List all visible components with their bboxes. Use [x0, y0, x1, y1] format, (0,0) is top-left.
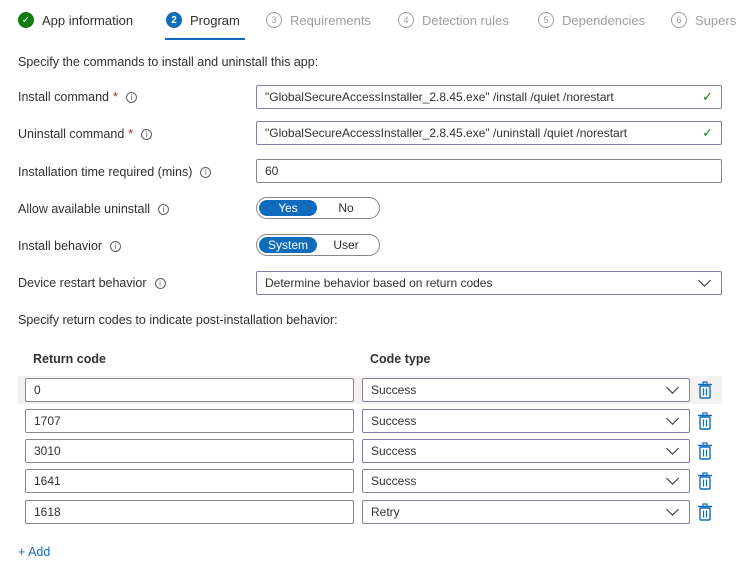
restart-behavior-dropdown[interactable]: Determine behavior based on return codes — [256, 271, 722, 295]
field-value: "GlobalSecureAccessInstaller_2.8.45.exe"… — [265, 90, 614, 104]
step-number: 4 — [398, 12, 414, 28]
valid-check-icon: ✓ — [702, 125, 713, 140]
label-text: Installation time required (mins) — [18, 165, 193, 179]
installation-time-input[interactable]: 60 — [256, 159, 722, 183]
info-icon[interactable]: i — [200, 166, 212, 178]
code-type-dropdown[interactable]: Success — [362, 409, 690, 433]
column-header-code-type: Code type — [370, 352, 431, 366]
install-command-label: Install command * i — [18, 90, 137, 104]
install-command-input[interactable]: "GlobalSecureAccessInstaller_2.8.45.exe"… — [256, 85, 722, 109]
info-icon[interactable]: i — [141, 128, 153, 140]
wizard-steps: ✓ App information 2 Program 3 Requiremen… — [0, 0, 738, 46]
required-marker: * — [128, 127, 134, 141]
label-text: Install command — [18, 90, 110, 104]
return-code-input[interactable]: 0 — [25, 378, 354, 402]
step-label: Detection rules — [422, 12, 509, 28]
step-label: Dependencies — [562, 12, 646, 28]
step-number: 6 — [671, 12, 687, 28]
toggle-option-user[interactable]: User — [317, 237, 375, 253]
info-icon[interactable]: i — [110, 240, 122, 252]
step-number: 2 — [166, 12, 182, 28]
return-codes-intro: Specify return codes to indicate post-in… — [18, 313, 338, 327]
chevron-down-icon — [666, 412, 679, 425]
field-value: 1641 — [34, 474, 61, 488]
allow-uninstall-toggle[interactable]: Yes No — [256, 197, 380, 219]
step-requirements[interactable]: 3 Requirements — [266, 12, 371, 28]
delete-icon[interactable] — [697, 412, 713, 430]
install-behavior-label: Install behavior i — [18, 239, 122, 253]
checkmark-icon: ✓ — [18, 12, 34, 28]
active-step-indicator — [165, 38, 245, 40]
chevron-down-icon — [666, 472, 679, 485]
label-text: Install behavior — [18, 239, 103, 253]
delete-icon[interactable] — [697, 381, 713, 399]
return-code-input[interactable]: 1707 — [25, 409, 354, 433]
step-detection-rules[interactable]: 4 Detection rules — [398, 12, 509, 28]
field-value: 1618 — [34, 505, 61, 519]
toggle-option-system[interactable]: System — [259, 237, 317, 253]
toggle-option-yes[interactable]: Yes — [259, 200, 317, 216]
return-code-input[interactable]: 1618 — [25, 500, 354, 524]
required-marker: * — [113, 90, 118, 104]
field-value: 1707 — [34, 414, 61, 428]
info-icon[interactable]: i — [158, 203, 170, 215]
delete-icon[interactable] — [697, 472, 713, 490]
step-app-information[interactable]: ✓ App information — [18, 12, 133, 28]
info-icon[interactable]: i — [125, 91, 137, 103]
step-supersedence[interactable]: 6 Supers — [671, 12, 736, 28]
installation-time-label: Installation time required (mins) i — [18, 165, 212, 179]
add-return-code-link[interactable]: + Add — [18, 545, 50, 559]
label-text: Uninstall command — [18, 127, 125, 141]
chevron-down-icon — [666, 442, 679, 455]
commands-intro: Specify the commands to install and unin… — [18, 55, 319, 69]
return-code-input[interactable]: 1641 — [25, 469, 354, 493]
label-text: Device restart behavior — [18, 276, 147, 290]
dropdown-value: Success — [371, 414, 417, 428]
dropdown-value: Success — [371, 444, 417, 458]
code-type-dropdown[interactable]: Success — [362, 378, 690, 402]
field-value: "GlobalSecureAccessInstaller_2.8.45.exe"… — [265, 126, 628, 140]
uninstall-command-label: Uninstall command * i — [18, 127, 153, 141]
step-label: App information — [42, 12, 134, 28]
field-value: 3010 — [34, 444, 61, 458]
info-icon[interactable]: i — [154, 277, 166, 289]
step-label: Requirements — [290, 12, 371, 28]
valid-check-icon: ✓ — [702, 89, 713, 104]
install-behavior-toggle[interactable]: System User — [256, 234, 380, 256]
step-dependencies[interactable]: 5 Dependencies — [538, 12, 645, 28]
delete-icon[interactable] — [697, 503, 713, 521]
label-text: Allow available uninstall — [18, 202, 151, 216]
step-label: Program — [190, 12, 240, 28]
dropdown-value: Determine behavior based on return codes — [265, 276, 493, 290]
column-header-return-code: Return code — [33, 352, 106, 366]
allow-uninstall-label: Allow available uninstall i — [18, 202, 170, 216]
dropdown-value: Success — [371, 383, 417, 397]
code-type-dropdown[interactable]: Retry — [362, 500, 690, 524]
chevron-down-icon — [666, 503, 679, 516]
step-label: Supers — [695, 12, 737, 28]
field-value: 60 — [265, 164, 279, 178]
toggle-option-no[interactable]: No — [317, 200, 375, 216]
chevron-down-icon — [666, 381, 679, 394]
step-number: 3 — [266, 12, 282, 28]
restart-behavior-label: Device restart behavior i — [18, 276, 166, 290]
dropdown-value: Success — [371, 474, 417, 488]
field-value: 0 — [34, 383, 41, 397]
step-program[interactable]: 2 Program — [166, 12, 240, 28]
dropdown-value: Retry — [371, 505, 400, 519]
return-code-input[interactable]: 3010 — [25, 439, 354, 463]
uninstall-command-input[interactable]: "GlobalSecureAccessInstaller_2.8.45.exe"… — [256, 121, 722, 145]
chevron-down-icon — [698, 274, 711, 287]
code-type-dropdown[interactable]: Success — [362, 469, 690, 493]
code-type-dropdown[interactable]: Success — [362, 439, 690, 463]
delete-icon[interactable] — [697, 442, 713, 460]
step-number: 5 — [538, 12, 554, 28]
